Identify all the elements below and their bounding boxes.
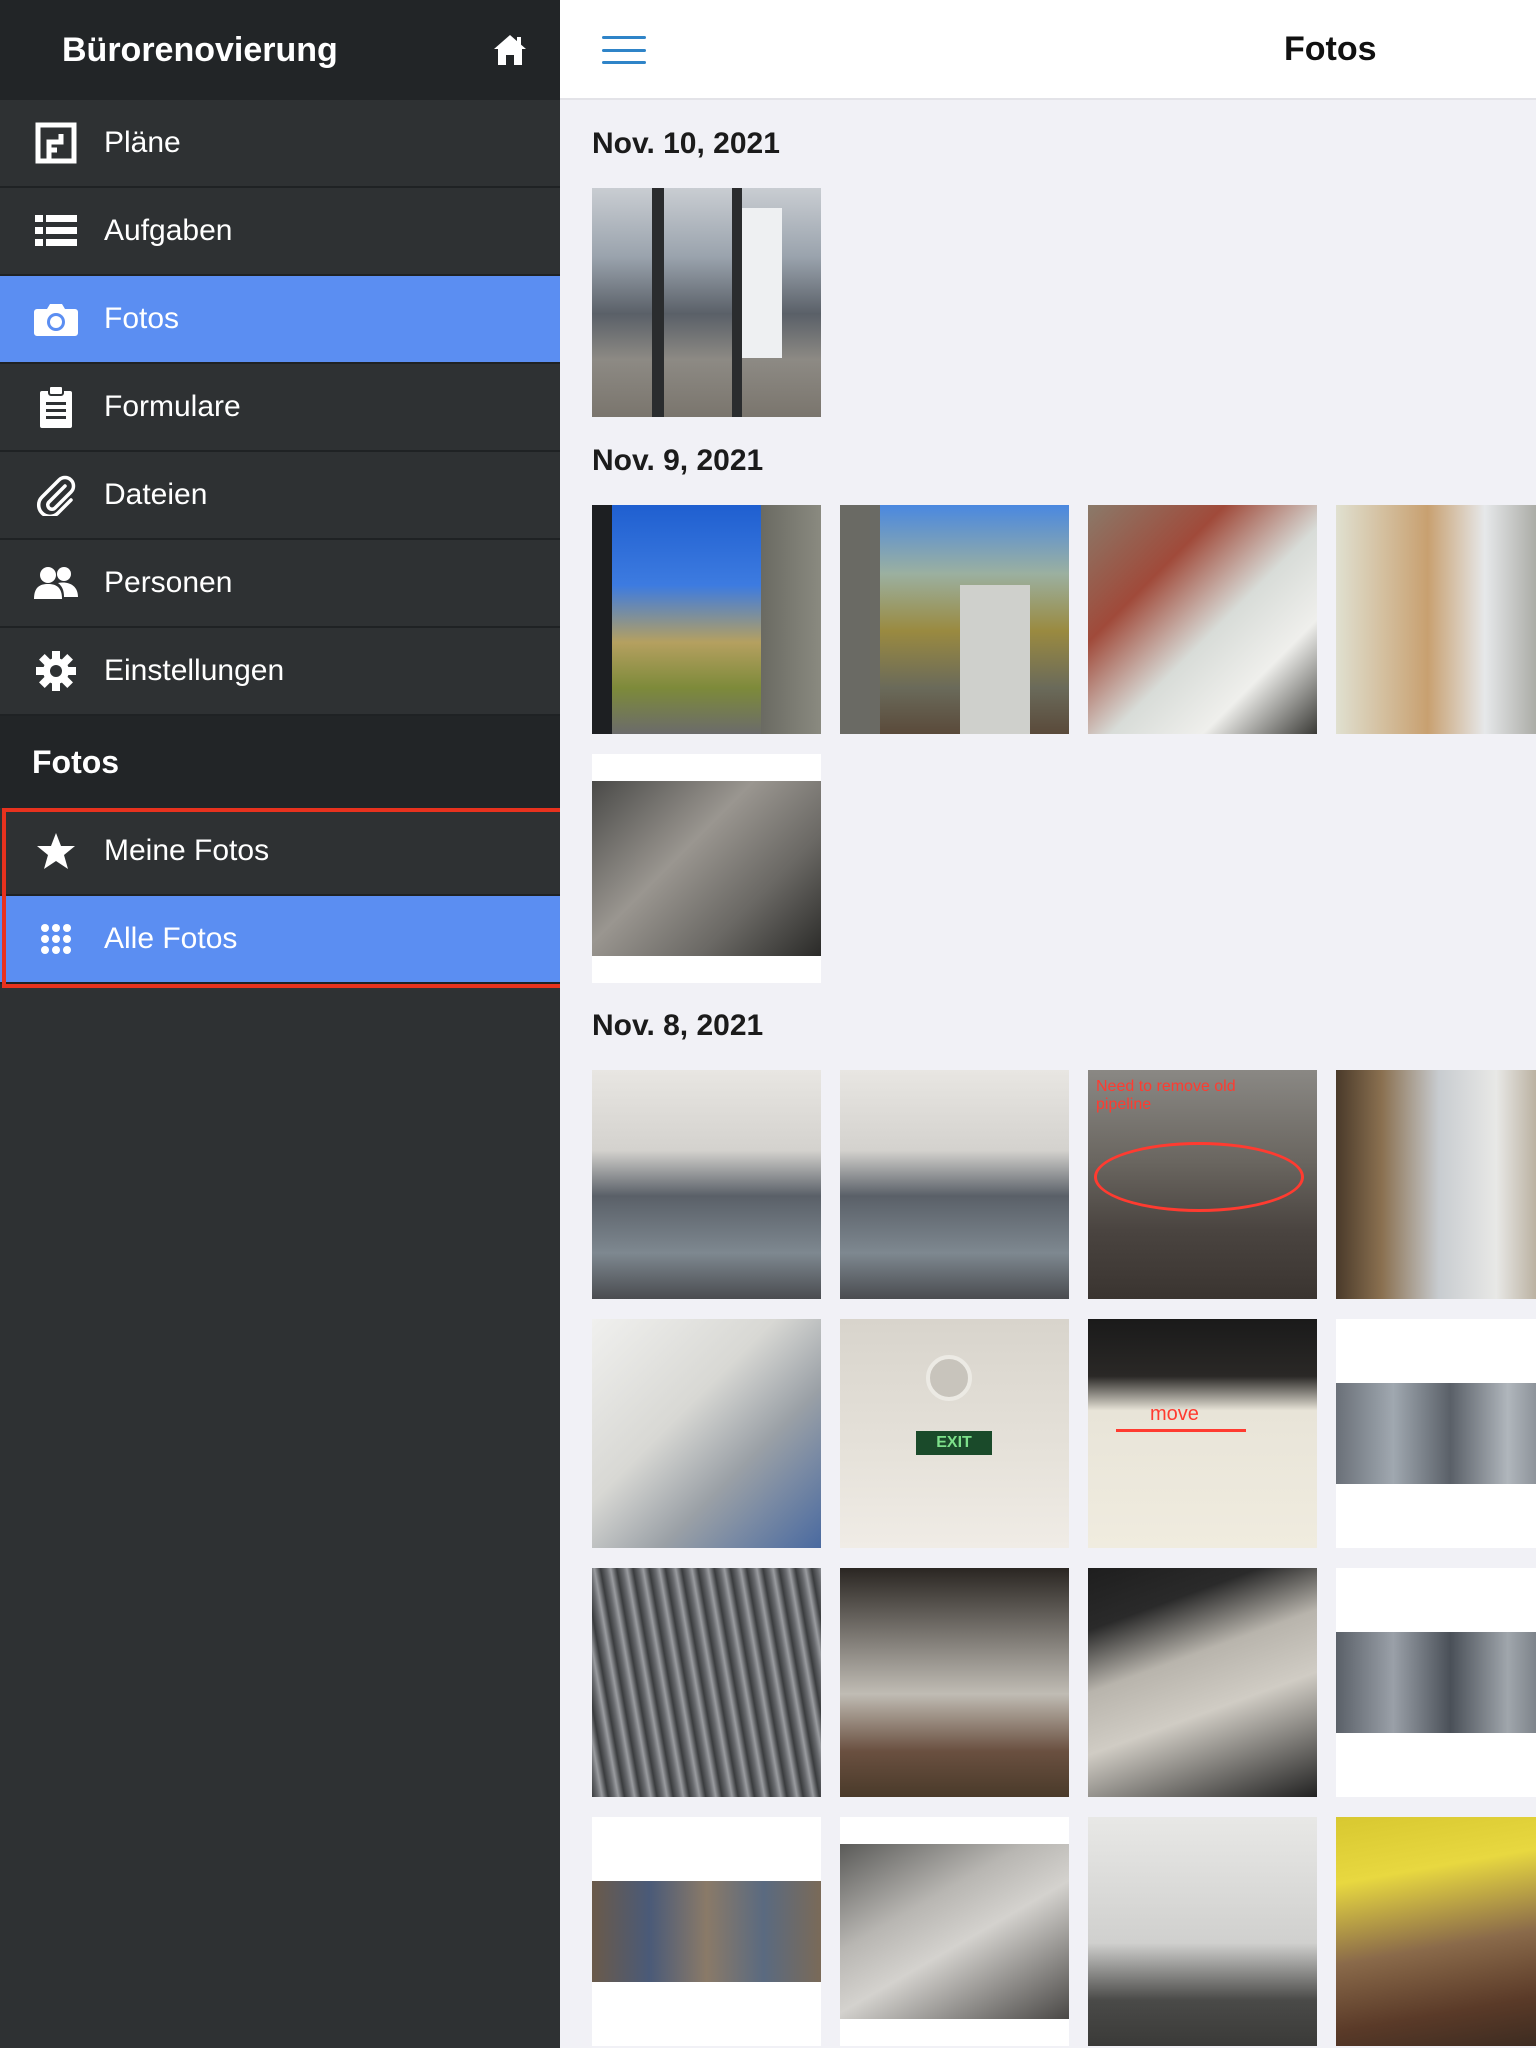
date-header: Nov. 9, 2021 [592, 444, 764, 477]
app-root: Bürorenovierung Pläne Aufgaben Fotos For… [0, 0, 1536, 2048]
main-nav: Pläne Aufgaben Fotos Formulare Dateien P… [0, 100, 560, 716]
date-header: Nov. 10, 2021 [592, 127, 780, 160]
photo-thumbnail[interactable]: EXIT [840, 1319, 1069, 1548]
photo-thumbnail[interactable] [592, 1568, 821, 1797]
gear-icon [32, 647, 80, 695]
annotation-text: Need to remove old pipeline [1096, 1078, 1236, 1113]
nav-item-plaene[interactable]: Pläne [0, 100, 560, 188]
photo-grid: Need to remove old pipeline EXIT move [592, 1070, 1536, 2046]
photo-thumbnail[interactable] [1336, 1319, 1536, 1548]
section-title: Fotos [0, 716, 560, 808]
nav-label: Pläne [104, 126, 181, 159]
nav-label: Dateien [104, 478, 208, 511]
exit-sign: EXIT [916, 1431, 992, 1455]
photo-thumbnail[interactable]: move [1088, 1319, 1317, 1548]
main-content: Fotos Nov. 10, 2021 Nov. 9, 2021 Nov. 8,… [560, 0, 1536, 2048]
photo-thumbnail[interactable] [592, 505, 821, 734]
photo-grid [592, 505, 1536, 983]
nav-label: Personen [104, 566, 233, 599]
grid-dots-icon [32, 915, 80, 963]
star-icon [32, 827, 80, 875]
photo-thumbnail[interactable] [592, 1817, 821, 2046]
nav-item-dateien[interactable]: Dateien [0, 452, 560, 540]
photo-thumbnail[interactable] [840, 1817, 1069, 2046]
people-icon [32, 559, 80, 607]
photo-thumbnail[interactable] [592, 754, 821, 983]
photo-thumbnail[interactable] [840, 1568, 1069, 1797]
nav-label: Einstellungen [104, 654, 285, 687]
nav-item-formulare[interactable]: Formulare [0, 364, 560, 452]
top-bar: Fotos [560, 0, 1536, 100]
photo-thumbnail[interactable] [840, 1070, 1069, 1299]
photo-thumbnail[interactable] [1088, 1817, 1317, 2046]
hamburger-menu-icon[interactable] [602, 36, 646, 64]
photo-thumbnail[interactable] [592, 1070, 821, 1299]
nav-item-aufgaben[interactable]: Aufgaben [0, 188, 560, 276]
date-header: Nov. 8, 2021 [592, 1009, 764, 1042]
project-title: Bürorenovierung [62, 30, 338, 69]
photo-thumbnail[interactable] [1336, 1568, 1536, 1797]
home-icon[interactable] [490, 30, 530, 70]
sidebar: Bürorenovierung Pläne Aufgaben Fotos For… [0, 0, 560, 2048]
page-title: Fotos [1284, 30, 1377, 68]
photo-thumbnail[interactable] [1336, 1817, 1536, 2046]
nav-item-meine-fotos[interactable]: Meine Fotos [0, 808, 560, 896]
photo-thumbnail[interactable] [1336, 505, 1536, 734]
nav-label: Aufgaben [104, 214, 233, 247]
nav-item-personen[interactable]: Personen [0, 540, 560, 628]
nav-label: Formulare [104, 390, 241, 423]
photo-thumbnail[interactable] [840, 505, 1069, 734]
floorplan-icon [32, 119, 80, 167]
nav-label: Meine Fotos [104, 834, 270, 867]
photo-grid [592, 188, 1536, 417]
annotation-text: move [1150, 1403, 1199, 1425]
list-icon [32, 207, 80, 255]
photo-thumbnail[interactable] [592, 188, 821, 417]
sidebar-header: Bürorenovierung [0, 0, 560, 100]
clipboard-icon [32, 383, 80, 431]
photo-thumbnail[interactable] [592, 1319, 821, 1548]
nav-label: Fotos [104, 302, 180, 335]
photo-filter-nav: Meine Fotos Alle Fotos [0, 808, 560, 984]
nav-item-fotos[interactable]: Fotos [0, 276, 560, 364]
photo-thumbnail[interactable] [1088, 505, 1317, 734]
nav-item-alle-fotos[interactable]: Alle Fotos [0, 896, 560, 984]
nav-label: Alle Fotos [104, 922, 238, 955]
photo-thumbnail[interactable]: Need to remove old pipeline [1088, 1070, 1317, 1299]
photo-thumbnail[interactable] [1088, 1568, 1317, 1797]
nav-item-einstellungen[interactable]: Einstellungen [0, 628, 560, 716]
camera-icon [32, 295, 80, 343]
photo-thumbnail[interactable] [1336, 1070, 1536, 1299]
paperclip-icon [32, 471, 80, 519]
